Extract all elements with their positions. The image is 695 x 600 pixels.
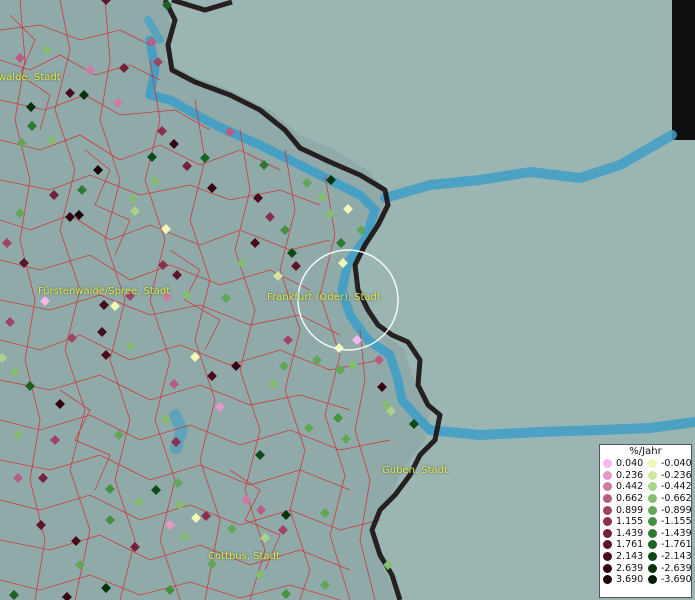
legend-value: 0.899	[616, 504, 644, 516]
legend-value: -1.761	[661, 539, 692, 551]
legend-value: -1.439	[661, 527, 692, 539]
legend-value: -3.690	[661, 574, 692, 586]
legend-row: 0.236 -0.236	[600, 469, 692, 482]
city-label-cottbus: Cottbus, Stadt	[208, 551, 280, 562]
legend-swatch	[648, 552, 657, 562]
legend-swatch	[648, 459, 657, 469]
legend-value: 1.155	[616, 516, 644, 528]
legend-entry-positive: 3.690	[600, 574, 645, 585]
legend-entry-negative: -3.690	[645, 574, 692, 586]
legend-entry-negative: -1.155	[645, 516, 692, 528]
legend-value: 0.442	[616, 481, 644, 493]
legend-row: 2.143 -2.143	[600, 551, 692, 563]
map-edge-strip	[672, 0, 695, 140]
legend-swatch	[603, 540, 612, 550]
legend-swatch	[603, 575, 612, 585]
legend-entry-negative: -1.439	[645, 527, 692, 539]
city-label-eberswalde: walde, Stadt	[0, 72, 61, 83]
legend-row: 0.899 -0.899	[600, 504, 692, 516]
legend-value: 0.662	[616, 493, 644, 505]
legend-value: -2.143	[661, 551, 692, 563]
legend-row: 1.155 -1.155	[600, 516, 692, 528]
legend-swatch	[648, 470, 657, 480]
legend-swatch	[648, 505, 657, 515]
legend-value: -1.155	[661, 516, 692, 528]
legend-swatch	[603, 494, 612, 504]
legend-entry-negative: -2.143	[645, 551, 692, 563]
legend-row: 1.761 -1.761	[600, 539, 692, 551]
legend-swatch	[648, 563, 657, 573]
legend-swatch	[603, 552, 612, 562]
legend-row: 0.040 -0.040	[600, 458, 692, 470]
legend-value: 0.236	[616, 469, 644, 481]
legend: %/Jahr 0.040 -0.040 0.236 -0.236 0.442 -0.442…	[599, 444, 692, 598]
legend-value: 2.639	[616, 562, 644, 574]
legend-value: 1.439	[616, 527, 644, 539]
legend-row: 3.690 -3.690	[600, 574, 692, 586]
legend-row: 2.639 -2.639	[600, 562, 692, 574]
legend-value: 3.690	[616, 574, 644, 586]
legend-entry-positive: 0.040	[600, 458, 645, 469]
legend-swatch	[648, 494, 657, 504]
legend-swatch	[648, 528, 657, 538]
legend-swatch	[603, 517, 612, 527]
legend-entry-negative: -2.639	[645, 562, 692, 574]
legend-entry-negative: -1.761	[645, 539, 692, 551]
city-label-fuerstenwalde: Fürstenwalde/Spree, Stadt	[38, 286, 171, 297]
legend-title: %/Jahr	[629, 446, 662, 457]
legend-value: 0.040	[616, 458, 644, 470]
legend-entry-positive: 2.639	[600, 563, 645, 574]
legend-swatch	[648, 575, 657, 585]
legend-entry-negative: -0.040	[645, 458, 692, 470]
legend-value: 2.143	[616, 551, 644, 563]
city-label-guben: Guben, Stadt	[382, 465, 448, 476]
legend-value: -0.040	[661, 458, 692, 470]
legend-value: -0.662	[661, 493, 692, 505]
legend-row: 1.439 -1.439	[600, 527, 692, 540]
legend-value: -0.236	[661, 469, 692, 481]
legend-value: -0.442	[661, 481, 692, 493]
legend-rows: 0.040 -0.040 0.236 -0.236 0.442 -0.442 0.662 -0…	[600, 458, 692, 586]
legend-entry-positive: 1.439	[600, 528, 645, 539]
legend-swatch	[603, 459, 612, 469]
legend-swatch	[648, 482, 657, 492]
legend-swatch	[648, 540, 657, 550]
legend-entry-positive: 0.442	[600, 481, 645, 492]
legend-swatch	[603, 563, 612, 573]
legend-entry-positive: 1.155	[600, 516, 645, 527]
map-view[interactable]: walde, Stadt Fürstenwalde/Spree, Stadt F…	[0, 0, 695, 600]
legend-entry-negative: -0.899	[645, 504, 692, 516]
legend-swatch	[603, 470, 612, 480]
legend-row: 0.442 -0.442	[600, 481, 692, 493]
legend-swatch	[603, 505, 612, 515]
legend-entry-positive: 1.761	[600, 539, 645, 550]
legend-row: 0.662 -0.662	[600, 493, 692, 505]
legend-value: 1.761	[616, 539, 644, 551]
legend-value: -0.899	[661, 504, 692, 516]
legend-entry-positive: 0.236	[600, 470, 645, 481]
legend-entry-negative: -0.236	[645, 469, 692, 481]
legend-entry-positive: 2.143	[600, 551, 645, 562]
legend-swatch	[648, 517, 657, 527]
legend-entry-positive: 0.899	[600, 505, 645, 516]
legend-entry-positive: 0.662	[600, 493, 645, 504]
legend-entry-negative: -0.442	[645, 481, 692, 493]
city-label-frankfurt-oder: Frankfurt (Oder), Stadt	[267, 292, 381, 303]
legend-value: -2.639	[661, 562, 692, 574]
legend-swatch	[603, 482, 612, 492]
legend-entry-negative: -0.662	[645, 493, 692, 505]
legend-swatch	[603, 528, 612, 538]
